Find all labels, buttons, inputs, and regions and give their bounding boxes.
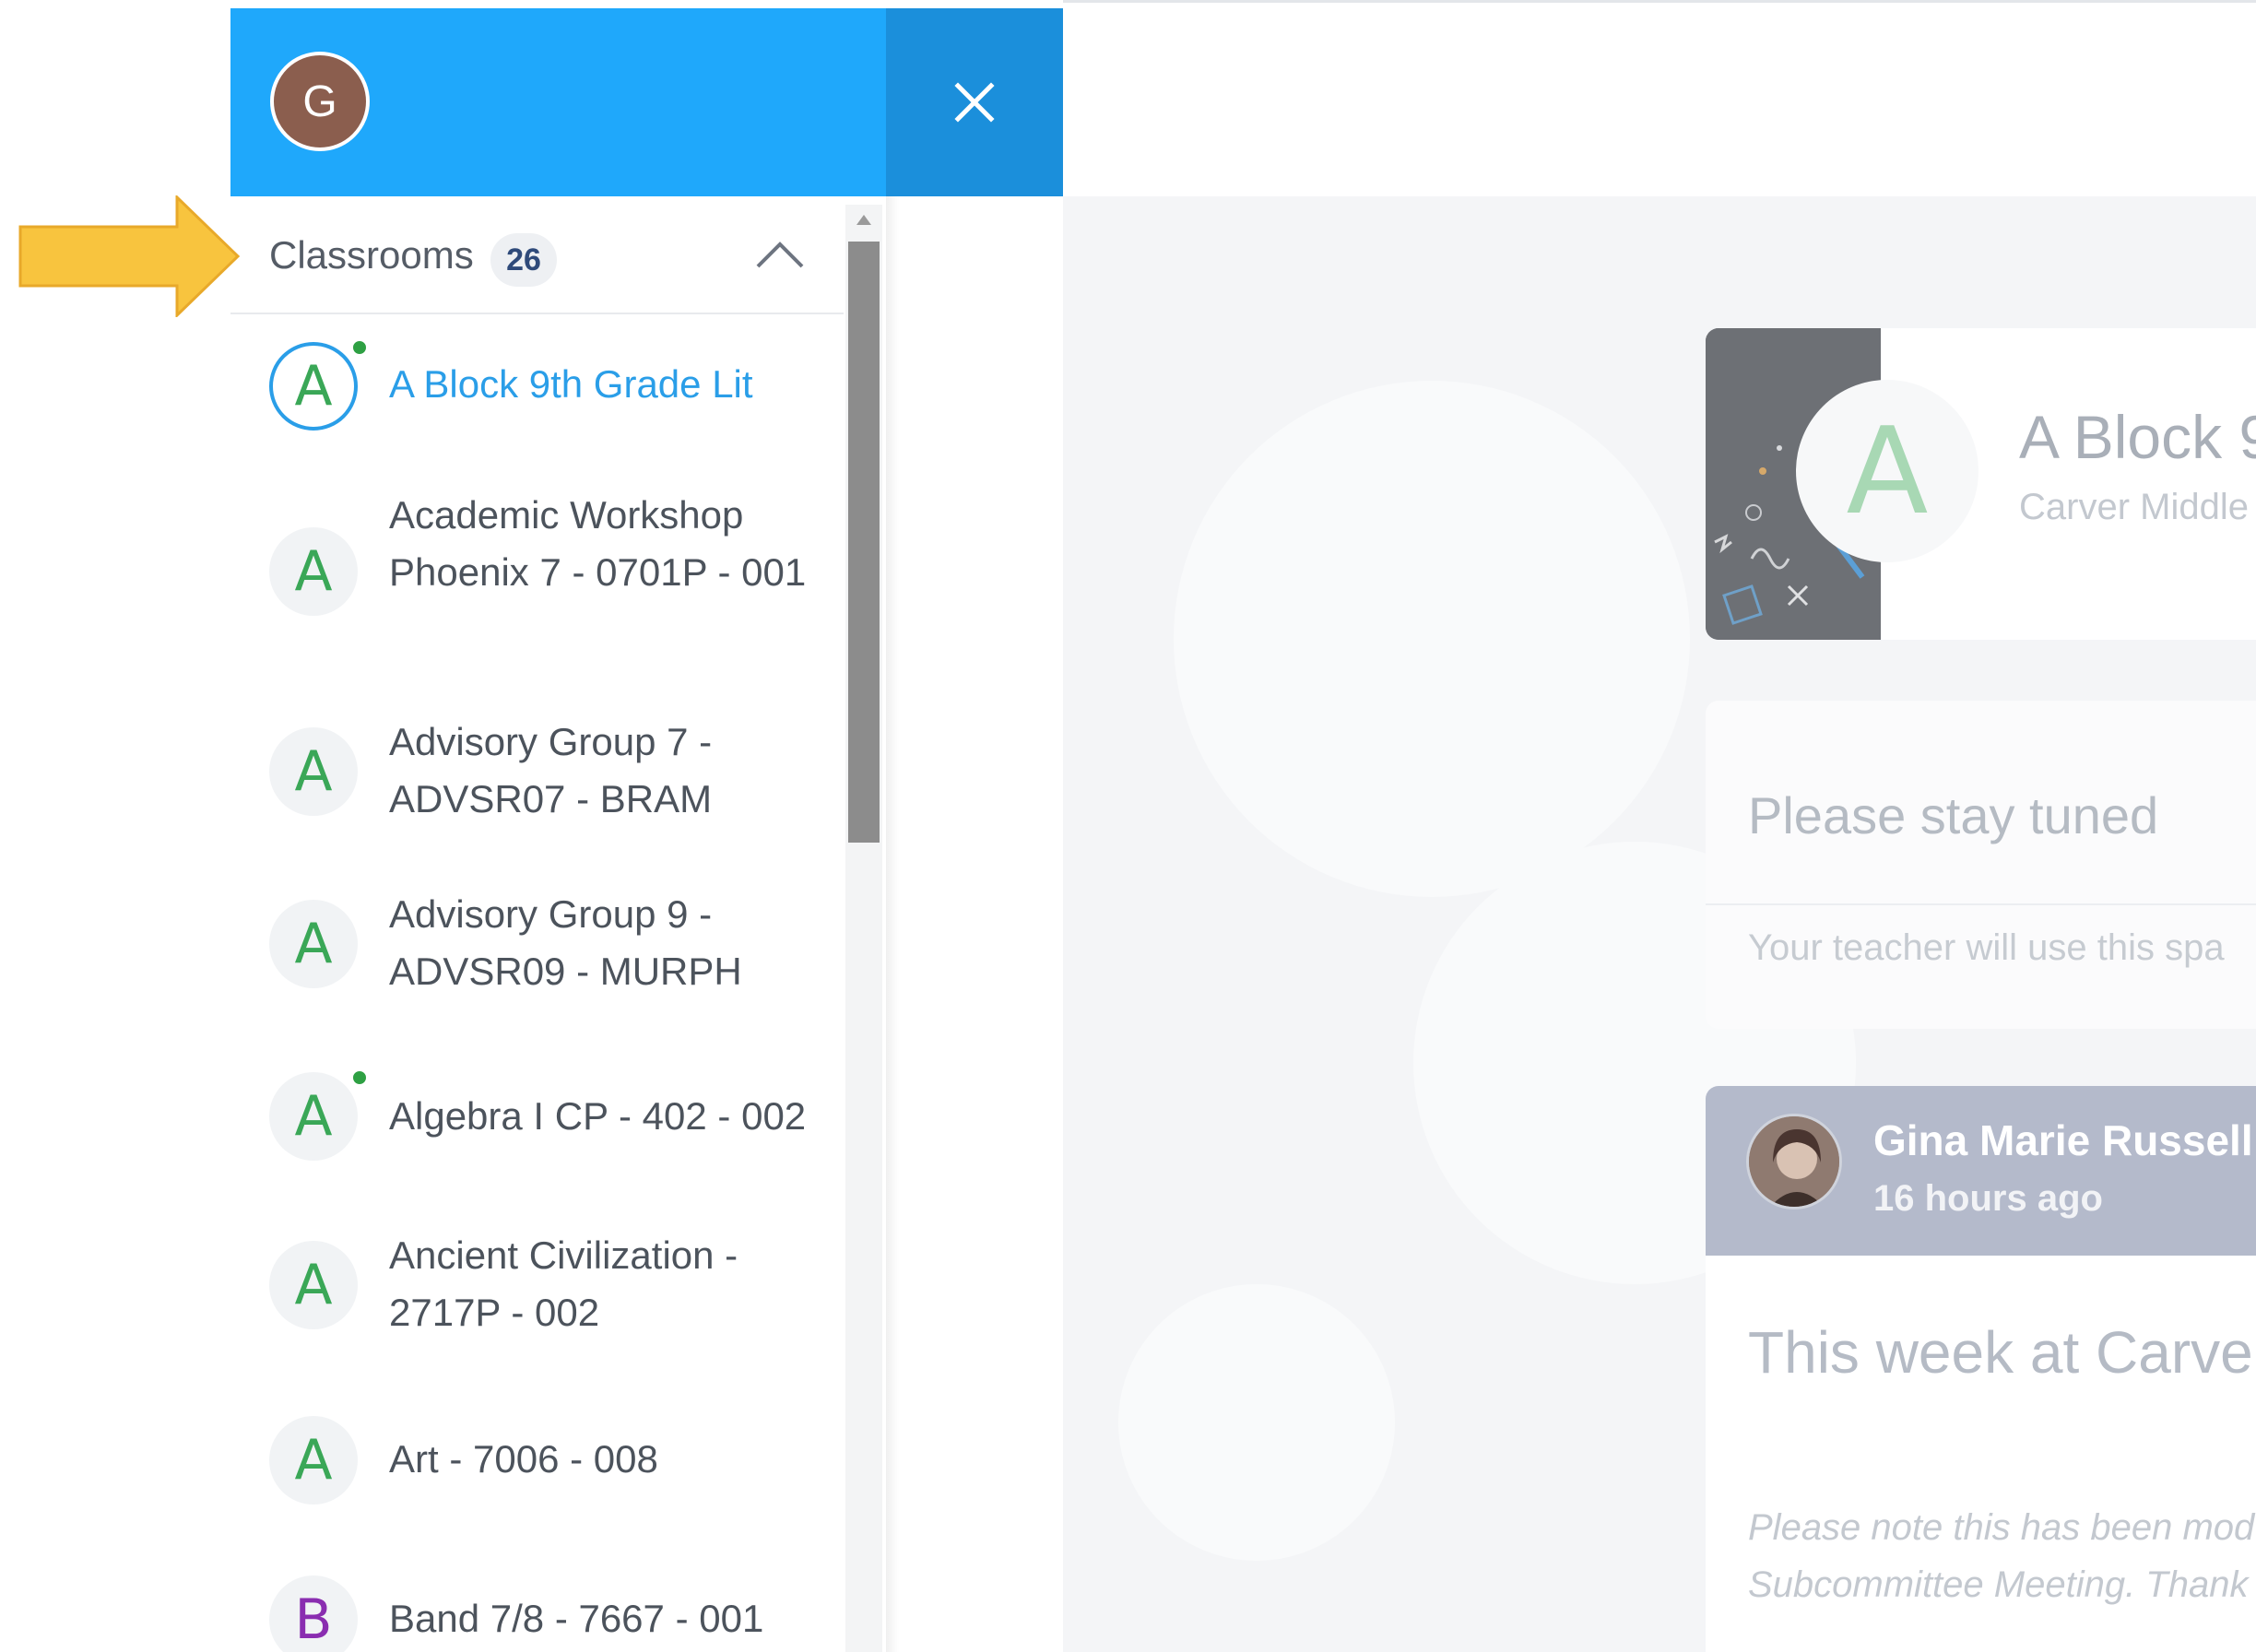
notice-card: Please stay tuned Your teacher will use … [1706, 701, 2256, 1029]
classroom-name: Advisory Group 9 - ADVSR09 - MURPH [389, 892, 742, 993]
list-item[interactable]: A Algebra I CP - 402 - 002 [230, 1031, 844, 1201]
close-icon [954, 82, 995, 123]
author-photo-icon [1749, 1116, 1839, 1207]
classroom-avatar: A [269, 900, 358, 988]
list-item[interactable]: A A Block 9th Grade Lit [230, 314, 844, 459]
list-item[interactable]: A Advisory Group 9 - ADVSR09 - MURPH [230, 858, 844, 1031]
post-timestamp: 16 hours ago [1873, 1178, 2103, 1219]
unread-dot [350, 338, 369, 357]
post-title: This week at Carve [1748, 1319, 2253, 1386]
post-body-line: Please note this has been mod [1748, 1507, 2255, 1548]
classroom-name: Academic Workshop Phoenix 7 - 0701P - 00… [389, 493, 807, 594]
list-item[interactable]: A Academic Workshop Phoenix 7 - 0701P - … [230, 459, 844, 686]
classroom-list: A A Block 9th Grade Lit A Academic Works… [230, 314, 844, 1652]
sidebar-shadow [886, 196, 899, 1652]
classroom-avatar: A [269, 727, 358, 816]
school-name: Carver Middle [2019, 487, 2249, 527]
classroom-card[interactable]: A A Block 9 Carver Middle [1706, 328, 2256, 640]
classrooms-section-header[interactable]: Classrooms 26 [230, 196, 844, 314]
background-decoration [1118, 1284, 1395, 1561]
classroom-name: Algebra I CP - 402 - 002 [389, 1094, 807, 1138]
sidebar-header: G [230, 8, 886, 196]
list-item[interactable]: A Ancient Civilization - 2717P - 002 [230, 1201, 844, 1374]
classroom-avatar: A [269, 527, 358, 616]
classrooms-sidebar: Classrooms 26 A A Block 9th Grade Lit A … [230, 196, 886, 1652]
chevron-up-icon[interactable] [754, 241, 806, 270]
post-body: Please note this has been mod Subcommitt… [1748, 1499, 2254, 1613]
divider [1706, 903, 2256, 905]
classroom-avatar: A [269, 1241, 358, 1329]
classroom-name: Art - 7006 - 008 [389, 1437, 658, 1481]
author-avatar[interactable] [1746, 1114, 1842, 1210]
notice-text: Your teacher will use this spa [1748, 927, 2225, 968]
list-item[interactable]: A Advisory Group 7 - ADVSR07 - BRAM [230, 686, 844, 858]
classroom-name: Advisory Group 7 - ADVSR07 - BRAM [389, 720, 713, 820]
list-item[interactable]: B Band 7/8 - 7667 - 001 [230, 1544, 844, 1652]
classroom-title: A Block 9 [2019, 403, 2256, 471]
section-title: Classrooms [269, 233, 474, 277]
scrollbar-thumb[interactable] [848, 242, 880, 843]
post-author[interactable]: Gina Marie Russell [1873, 1115, 2253, 1165]
list-item[interactable]: A Art - 7006 - 008 [230, 1374, 844, 1544]
classroom-logo: A [1796, 380, 1978, 562]
post-card[interactable]: Gina Marie Russell 16 hours ago This wee… [1706, 1086, 2256, 1652]
user-avatar[interactable]: G [270, 52, 370, 151]
classroom-avatar: B [269, 1575, 358, 1652]
classroom-avatar: A [269, 1072, 358, 1161]
classroom-avatar: A [269, 1416, 358, 1504]
background-decoration [1174, 381, 1690, 897]
classroom-name: Band 7/8 - 7667 - 001 [389, 1597, 764, 1640]
scroll-up-arrow-icon[interactable] [855, 212, 873, 227]
annotation-arrow-icon [18, 195, 241, 317]
close-sidebar-button[interactable] [886, 8, 1063, 196]
top-bar [1063, 0, 2256, 199]
classroom-count-badge: 26 [490, 233, 557, 287]
classroom-name: A Block 9th Grade Lit [389, 362, 753, 406]
classroom-name: Ancient Civilization - 2717P - 002 [389, 1233, 738, 1334]
post-body-line: Subcommittee Meeting. Thank [1748, 1564, 2249, 1605]
unread-dot [350, 1068, 369, 1087]
post-header: Gina Marie Russell 16 hours ago [1706, 1086, 2256, 1256]
classroom-avatar: A [269, 342, 358, 431]
notice-title: Please stay tuned [1748, 786, 2159, 844]
